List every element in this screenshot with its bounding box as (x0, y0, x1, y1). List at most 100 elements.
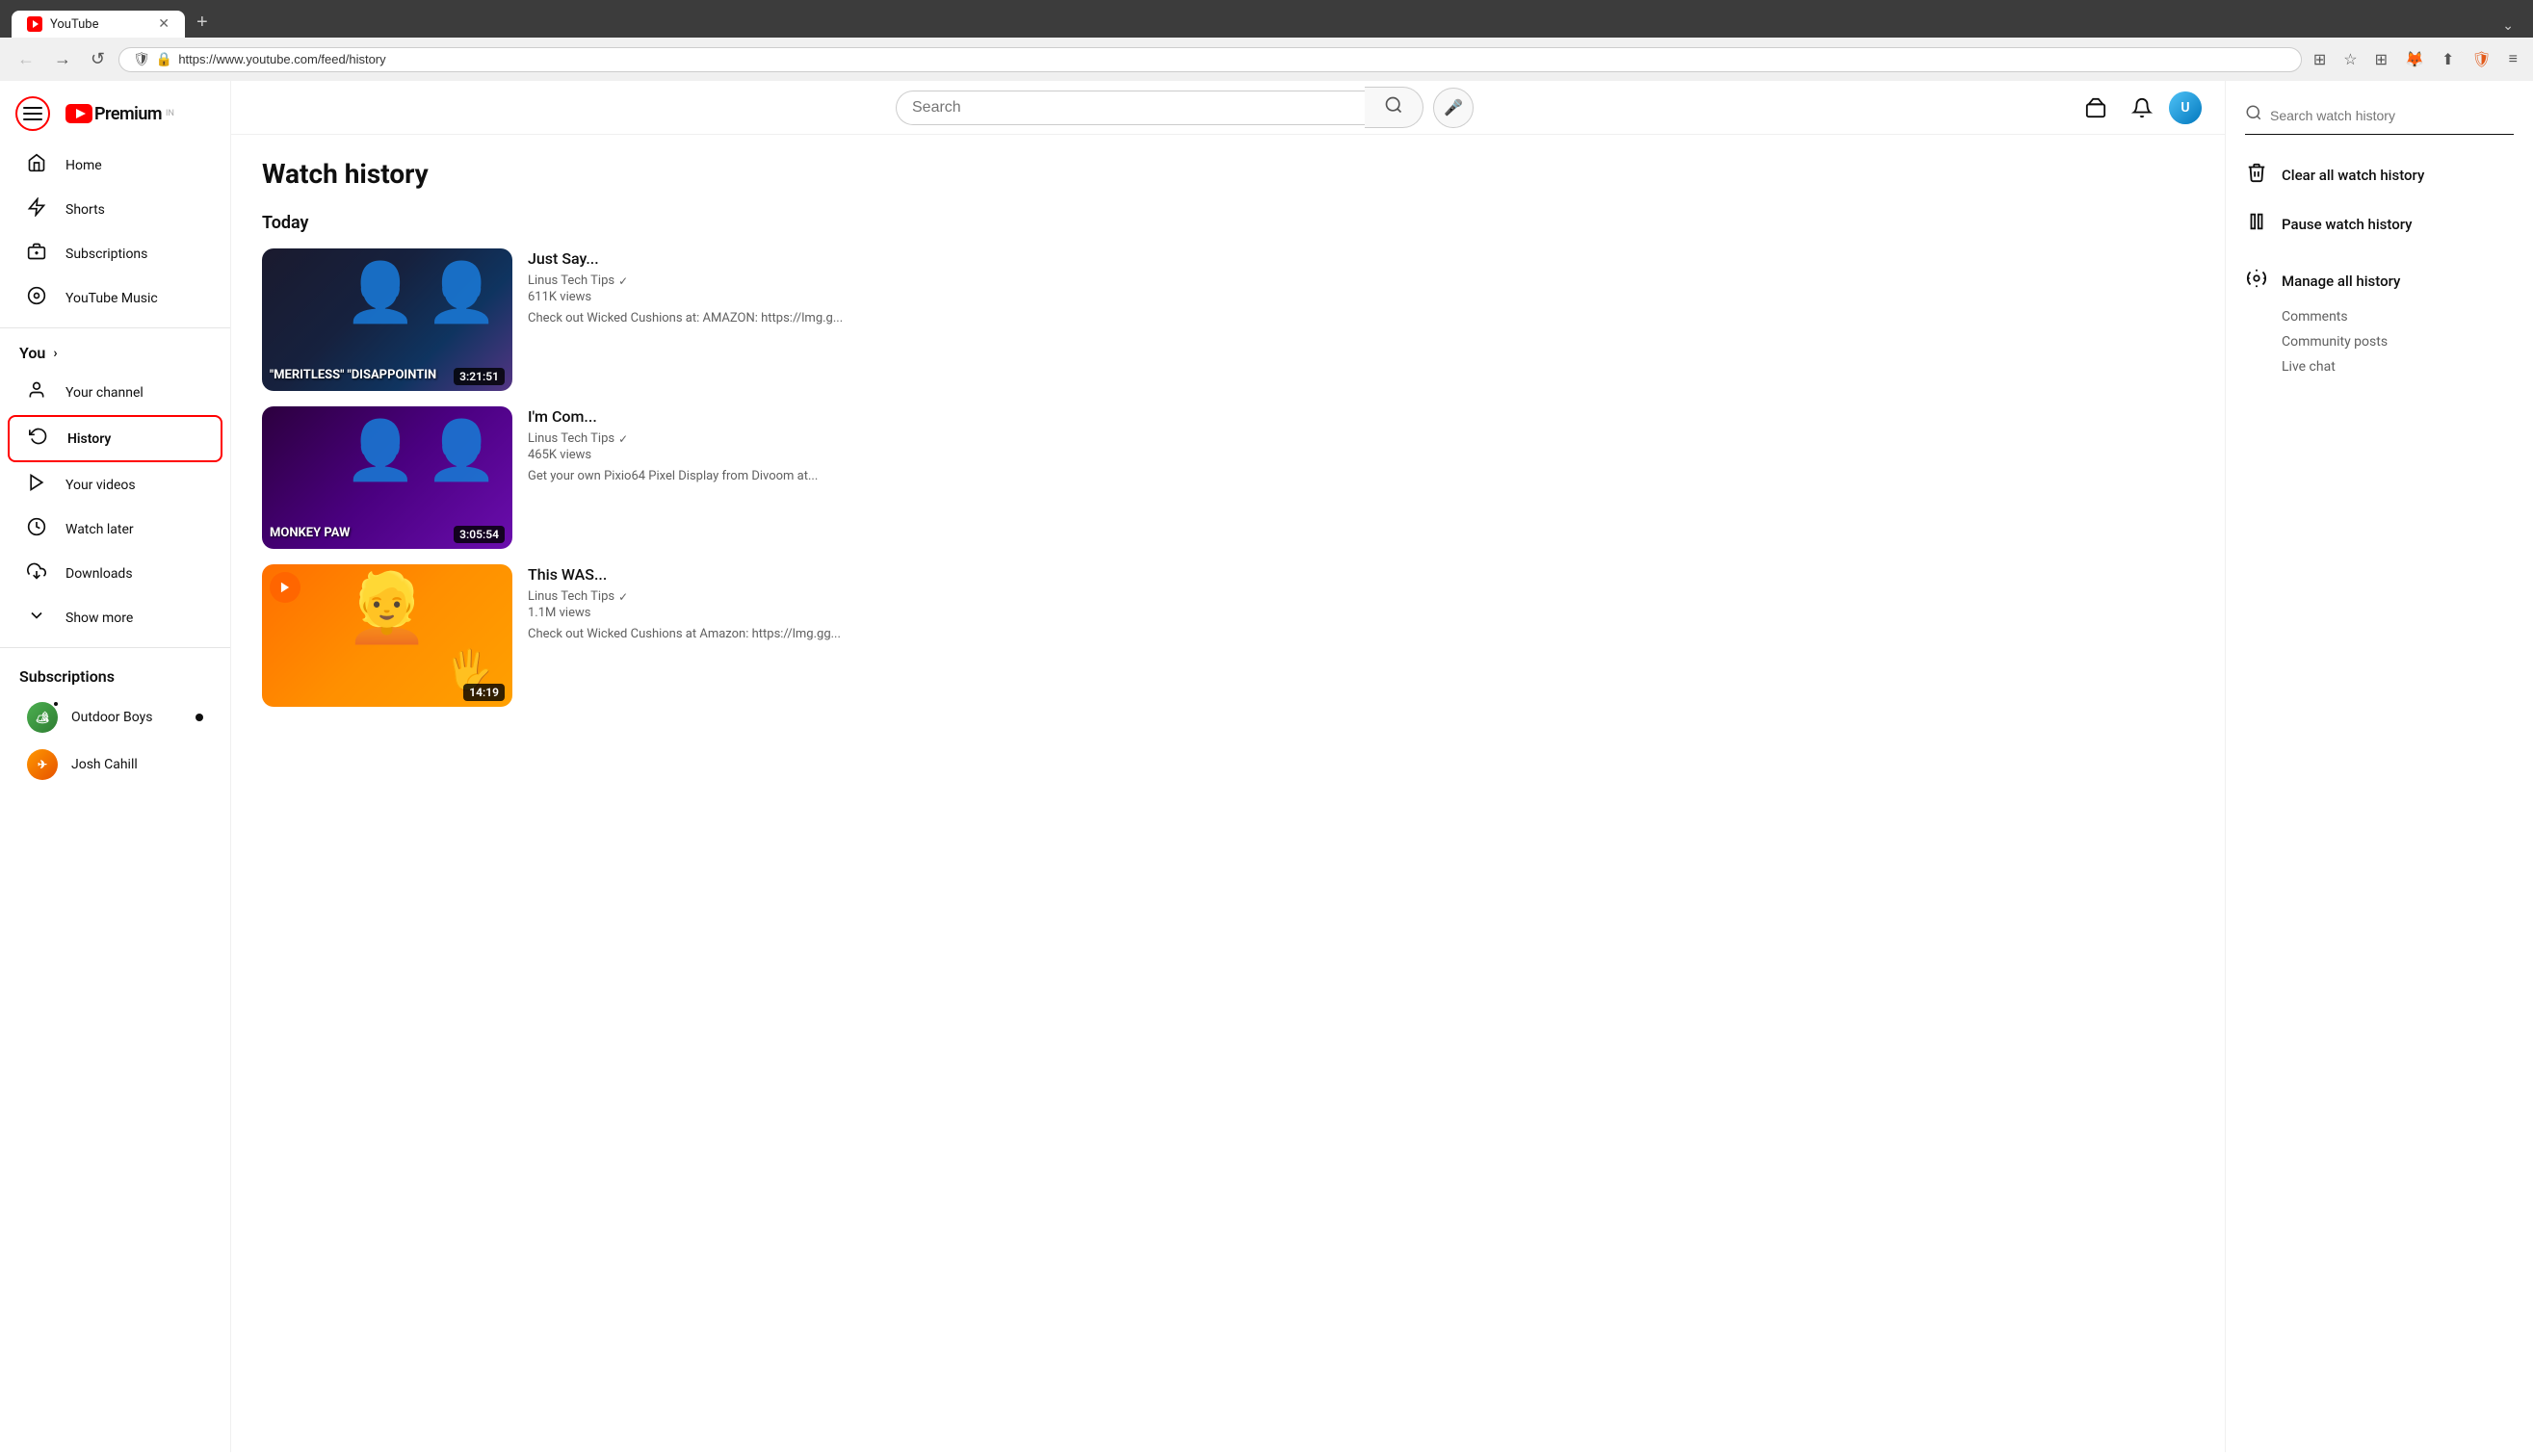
subscription-item-outdoor-boys[interactable]: 🏕 Outdoor Boys (8, 694, 222, 741)
reload-button[interactable]: ↺ (85, 45, 111, 73)
new-tab-button[interactable]: + (189, 8, 216, 38)
video-title-1[interactable]: Just Say... (528, 248, 2194, 270)
sidebar-item-watch-later[interactable]: Watch later (8, 507, 222, 551)
video-duration-1: 3:21:51 (454, 368, 505, 385)
shorts-icon (27, 197, 46, 221)
star-button[interactable]: ☆ (2339, 46, 2361, 73)
subscription-avatar-outdoor-boys: 🏕 (27, 702, 58, 733)
notifications-button[interactable] (2123, 89, 2161, 127)
hamburger-menu-button[interactable] (15, 96, 50, 131)
sidebar-item-subscriptions-label: Subscriptions (65, 247, 147, 262)
logo-badge: IN (166, 109, 174, 118)
manage-sub-item-comments[interactable]: Comments (2282, 309, 2514, 325)
security-icon: 🛡 (133, 52, 150, 67)
history-search-icon (2245, 104, 2262, 126)
subscription-name-outdoor-boys: Outdoor Boys (71, 710, 152, 725)
search-button[interactable] (1365, 87, 1423, 128)
video-channel-3[interactable]: Linus Tech Tips ✓ (528, 589, 2194, 604)
tab-close-button[interactable]: ✕ (158, 16, 170, 32)
video-title-2[interactable]: I'm Com... (528, 406, 2194, 428)
browser-toolbar: ← → ↺ 🛡 🔒 ⊞ ☆ ⊞ 🦊 ⬆ 🛡 ≡ (0, 38, 2533, 81)
sidebar-item-shorts[interactable]: Shorts (8, 188, 222, 231)
manage-sub-items: Comments Community posts Live chat (2245, 309, 2514, 375)
sidebar-divider-1 (0, 327, 230, 328)
subscriptions-section-title: Subscriptions (0, 660, 230, 693)
history-search-input[interactable] (2270, 108, 2514, 123)
subscription-avatar-josh-cahill: ✈ (27, 749, 58, 780)
firefox-icon[interactable]: 🦊 (2401, 46, 2428, 73)
video-duration-2: 3:05:54 (454, 526, 505, 543)
video-description-3: Check out Wicked Cushions at Amazon: htt… (528, 626, 2194, 643)
content-area: 🎤 (231, 81, 2225, 1452)
sidebar-item-show-more[interactable]: Show more (8, 596, 222, 639)
forward-button[interactable]: → (48, 45, 77, 73)
sidebar-item-youtube-music[interactable]: YouTube Music (8, 276, 222, 320)
subscription-name-josh-cahill: Josh Cahill (71, 757, 138, 772)
notification-dot-outdoor (196, 714, 203, 721)
lock-icon: 🔒 (156, 52, 172, 67)
sidebar-item-home[interactable]: Home (8, 143, 222, 187)
video-description-2: Get your own Pixio64 Pixel Display from … (528, 468, 2194, 485)
extensions-button[interactable]: ⊞ (2310, 46, 2330, 73)
sidebar-item-downloads-label: Downloads (65, 566, 133, 582)
table-row: 👱 🖐 14:19 (262, 564, 2194, 707)
video-thumbnail-2[interactable]: 👤 👤 MONKEY PAW 3:05:54 (262, 406, 512, 549)
back-button[interactable]: ← (12, 45, 40, 73)
video-title-3[interactable]: This WAS... (528, 564, 2194, 585)
avatar-image: U (2169, 91, 2202, 124)
video-duration-3: 14:19 (463, 684, 505, 701)
video-thumbnail-3[interactable]: 👱 🖐 14:19 (262, 564, 512, 707)
browser-tab-youtube[interactable]: YouTube ✕ (12, 11, 185, 38)
sidebar-header: Premium IN (0, 89, 230, 143)
video-channel-2[interactable]: Linus Tech Tips ✓ (528, 431, 2194, 446)
section-date: Today (262, 213, 2194, 233)
sidebar-item-shorts-label: Shorts (65, 202, 105, 218)
video-thumbnail-1[interactable]: 👤 👤 "MERITLESS" "DISAPPOINTIN 3:21:51 (262, 248, 512, 391)
manage-history-button[interactable]: Manage all history (2245, 264, 2514, 298)
user-avatar[interactable]: U (2169, 91, 2202, 124)
sidebar-divider-2 (0, 647, 230, 648)
search-input[interactable] (912, 99, 1349, 117)
manage-history-section: Manage all history Comments Community po… (2245, 264, 2514, 375)
channel-name-1: Linus Tech Tips (528, 273, 614, 288)
outdoor-boys-initials: 🏕 (35, 711, 49, 724)
clear-history-button[interactable]: Clear all watch history (2245, 158, 2514, 192)
share-button[interactable]: ⬆ (2438, 46, 2458, 73)
pause-history-icon (2245, 211, 2268, 237)
video-info-3: This WAS... Linus Tech Tips ✓ 1.1M views… (528, 564, 2194, 644)
extensions2-button[interactable]: ⊞ (2371, 46, 2391, 73)
app-container: Premium IN Home Shorts (0, 81, 2533, 1452)
tab-favicon (27, 16, 42, 32)
sidebar-item-youtube-music-label: YouTube Music (65, 291, 158, 306)
tab-dropdown-button[interactable]: ⌄ (2494, 14, 2521, 38)
thumbnail-people-2: 👤 👤 (345, 416, 498, 484)
youtube-logo[interactable]: Premium IN (65, 104, 174, 124)
voice-search-button[interactable]: 🎤 (1433, 88, 1474, 128)
address-bar[interactable]: 🛡 🔒 (118, 47, 2302, 72)
url-input[interactable] (178, 52, 2287, 66)
pause-history-button[interactable]: Pause watch history (2245, 207, 2514, 241)
manage-sub-item-community-posts[interactable]: Community posts (2282, 334, 2514, 350)
manage-history-icon (2245, 268, 2268, 294)
sidebar-item-your-videos[interactable]: Your videos (8, 463, 222, 507)
menu-button[interactable]: ≡ (2505, 47, 2521, 72)
table-row: 👤 👤 MONKEY PAW 3:05:54 I'm Com... (262, 406, 2194, 549)
subscription-item-josh-cahill[interactable]: ✈ Josh Cahill (8, 741, 222, 788)
create-button[interactable] (2076, 89, 2115, 127)
sidebar-item-subscriptions[interactable]: Subscriptions (8, 232, 222, 275)
manage-sub-item-live-chat[interactable]: Live chat (2282, 359, 2514, 375)
shield-button[interactable]: 🛡 (2468, 46, 2494, 73)
sidebar-item-history[interactable]: History (8, 415, 222, 462)
subscriptions-label: Subscriptions (19, 667, 115, 686)
page-title: Watch history (262, 158, 2194, 190)
video-channel-1[interactable]: Linus Tech Tips ✓ (528, 273, 2194, 288)
manage-history-label: Manage all history (2282, 273, 2400, 290)
history-icon (29, 427, 48, 451)
youtube-music-icon (27, 286, 46, 310)
right-panel: Clear all watch history Pause watch hist… (2225, 81, 2533, 1452)
video-play-overlay-3 (270, 572, 300, 603)
you-section-title[interactable]: You › (0, 336, 230, 370)
sidebar-item-downloads[interactable]: Downloads (8, 552, 222, 595)
sidebar-item-your-channel[interactable]: Your channel (8, 371, 222, 414)
sidebar-item-watch-later-label: Watch later (65, 522, 134, 537)
